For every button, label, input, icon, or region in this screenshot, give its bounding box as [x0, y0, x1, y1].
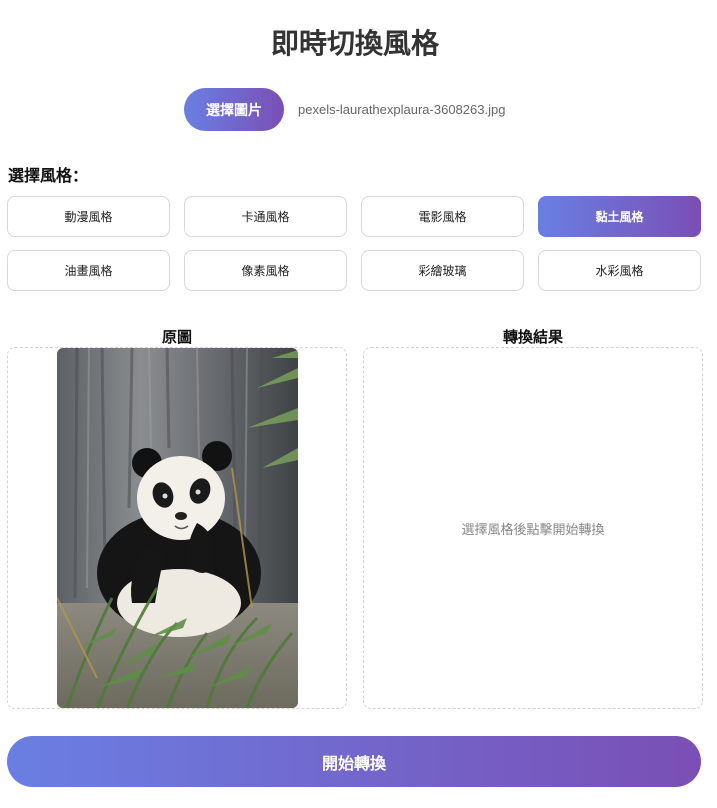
upload-row: 選擇圖片 pexels-laurathexplaura-3608263.jpg — [184, 88, 505, 131]
result-image-label: 轉換結果 — [502, 328, 563, 346]
original-image-label: 原圖 — [161, 328, 192, 346]
style-option-watercolor[interactable]: 水彩風格 — [538, 250, 701, 291]
app-page: 即時切換風格 選擇圖片 pexels-laurathexplaura-36082… — [0, 0, 717, 808]
original-image-panel — [7, 347, 347, 709]
style-option-pixel[interactable]: 像素風格 — [184, 250, 347, 291]
result-image-panel: 選擇風格後點擊開始轉換 — [363, 347, 703, 709]
style-option-stained-glass[interactable]: 彩繪玻璃 — [361, 250, 524, 291]
style-option-clay[interactable]: 黏土風格 — [538, 196, 701, 237]
choose-image-button[interactable]: 選擇圖片 — [184, 88, 284, 131]
style-option-oil-painting[interactable]: 油畫風格 — [7, 250, 170, 291]
style-option-anime[interactable]: 動漫風格 — [7, 196, 170, 237]
page-title: 即時切換風格 — [270, 27, 439, 60]
selected-file-name: pexels-laurathexplaura-3608263.jpg — [298, 102, 506, 117]
style-section-label: 選擇風格： — [8, 166, 89, 185]
start-conversion-button[interactable]: 開始轉換 — [7, 736, 701, 787]
style-options-grid: 動漫風格 卡通風格 電影風格 黏土風格 油畫風格 像素風格 彩繪玻璃 水彩風格 — [7, 196, 701, 291]
result-placeholder-text: 選擇風格後點擊開始轉換 — [461, 522, 605, 538]
panda-photo — [57, 348, 298, 708]
style-option-cartoon[interactable]: 卡通風格 — [184, 196, 347, 237]
style-option-film[interactable]: 電影風格 — [361, 196, 524, 237]
